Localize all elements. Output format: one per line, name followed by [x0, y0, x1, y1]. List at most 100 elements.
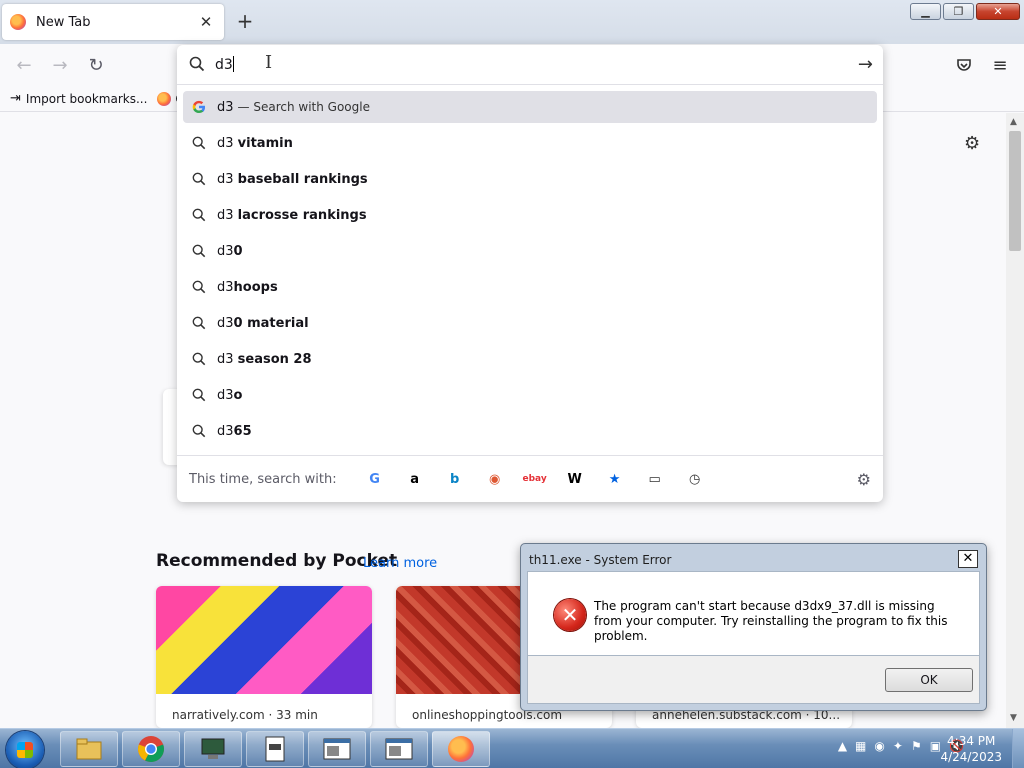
search-settings-gear-icon[interactable]: ⚙	[857, 470, 871, 489]
suggestion-item[interactable]: d3— Search with Google	[183, 91, 877, 123]
suggestion-item[interactable]: d3 baseball rankings	[183, 163, 877, 195]
search-icon	[191, 279, 207, 295]
show-hidden-icon[interactable]: ▲	[838, 739, 847, 753]
suggestion-completion: hoops	[233, 279, 278, 295]
google-engine-icon[interactable]: G	[355, 464, 395, 494]
search-icon	[191, 351, 207, 367]
suggestion-typed: d3	[217, 315, 234, 331]
suggestion-completion: o	[233, 387, 243, 403]
taskbar-explorer[interactable]	[60, 731, 118, 767]
search-icon	[189, 56, 205, 72]
tray-app-icon[interactable]: ✦	[893, 739, 903, 753]
firefox-icon	[157, 91, 172, 106]
taskbar: ▲ ▦ ◉ ✦ ⚑ ▣ 🔇 4:34 PM 4/24/2023	[0, 728, 1024, 768]
suggestion-typed: d3	[217, 279, 234, 295]
search-icon	[191, 423, 207, 439]
suggestion-typed: d3	[217, 207, 238, 223]
close-tab-icon[interactable]: ✕	[196, 13, 216, 31]
tabs-engine-icon[interactable]: ▭	[635, 464, 675, 494]
text-caret	[232, 56, 234, 72]
ebay-engine-icon[interactable]: ebay	[515, 464, 555, 494]
tab-new-tab[interactable]: New Tab ✕	[2, 4, 224, 40]
suggestion-completion: 0	[233, 243, 243, 259]
show-desktop-button[interactable]	[1012, 729, 1024, 768]
suggestion-typed: d3	[217, 351, 238, 367]
suggestion-item[interactable]: d3 0 material	[183, 307, 877, 339]
duckduckgo-engine-icon[interactable]: ◉	[475, 464, 515, 494]
url-input[interactable]: d3 I →	[177, 45, 883, 85]
search-icon	[191, 387, 207, 403]
forward-button[interactable]: →	[46, 52, 74, 78]
search-icon	[191, 243, 207, 259]
document-icon	[265, 736, 285, 762]
ok-button[interactable]: OK	[885, 668, 973, 692]
taskbar-window-2[interactable]	[370, 731, 428, 767]
network-icon[interactable]: ▣	[930, 739, 941, 753]
suggestion-typed: d3	[217, 99, 234, 115]
import-icon: ⇥	[10, 91, 21, 106]
bookmarks-engine-icon[interactable]: ★	[595, 464, 635, 494]
suggestion-item[interactable]: d3 lacrosse rankings	[183, 199, 877, 231]
taskbar-chrome[interactable]	[122, 731, 180, 767]
suggestion-item[interactable]: d3 65	[183, 415, 877, 447]
system-error-dialog: th11.exe - System Error ✕ ✕ The program …	[520, 543, 987, 711]
gear-icon[interactable]: ⚙	[964, 133, 980, 154]
taskbar-window-1[interactable]	[308, 731, 366, 767]
tray-app-icon[interactable]: ▦	[855, 739, 866, 753]
minimize-button[interactable]: ▁	[910, 3, 941, 20]
amazon-engine-icon[interactable]: a	[395, 464, 435, 494]
history-engine-icon[interactable]: ◷	[675, 464, 715, 494]
suggestion-typed: d3	[217, 243, 234, 259]
search-icon	[191, 207, 207, 223]
window-icon	[323, 738, 351, 760]
bookmark-import[interactable]: ⇥ Import bookmarks...	[10, 91, 147, 106]
pocket-icon[interactable]	[950, 52, 978, 78]
reload-button[interactable]: ↻	[82, 52, 110, 78]
tab-title: New Tab	[36, 14, 91, 30]
scroll-down-icon[interactable]: ▼	[1010, 713, 1017, 723]
start-button[interactable]	[6, 731, 44, 768]
error-message: The program can't start because d3dx9_37…	[594, 599, 948, 643]
wikipedia-engine-icon[interactable]: W	[555, 464, 595, 494]
taskbar-computer[interactable]	[184, 731, 242, 767]
folder-icon	[76, 738, 102, 760]
pocket-card[interactable]: narratively.com · 33 min	[156, 586, 372, 728]
suggestion-item[interactable]: d3 hoops	[183, 271, 877, 303]
scroll-thumb[interactable]	[1009, 131, 1021, 251]
suggestion-item[interactable]: d3 0	[183, 235, 877, 267]
dialog-close-button[interactable]: ✕	[958, 550, 978, 568]
window-close-button[interactable]: ✕	[976, 3, 1020, 20]
tab-strip: New Tab ✕ + ▁ ❐ ✕	[0, 0, 1024, 44]
tray-app-icon[interactable]: ◉	[874, 739, 884, 753]
menu-icon[interactable]: ≡	[986, 52, 1014, 78]
suggestion-typed: d3	[217, 171, 238, 187]
bookmark-label: Import bookmarks...	[25, 91, 148, 106]
suggestion-completion: vitamin	[237, 135, 293, 151]
learn-more-link[interactable]: Learn more	[363, 556, 437, 571]
maximize-button[interactable]: ❐	[943, 3, 974, 20]
taskbar-firefox[interactable]	[432, 731, 490, 767]
address-bar-dropdown: d3 I → d3— Search with Google d3 vitamin d…	[177, 45, 883, 502]
engine-buttons: Ga b ◉ ebay W ★ ▭ ◷	[355, 464, 715, 494]
back-button[interactable]: ←	[10, 52, 38, 78]
suggestion-item[interactable]: d3 season 28	[183, 343, 877, 375]
go-arrow-icon[interactable]: →	[858, 54, 873, 75]
bing-engine-icon[interactable]: b	[435, 464, 475, 494]
suggestion-typed: d3	[217, 387, 234, 403]
suggestion-item[interactable]: d3 vitamin	[183, 127, 877, 159]
taskbar-document[interactable]	[246, 731, 304, 767]
dialog-footer: OK	[527, 656, 980, 704]
clock-time: 4:34 PM	[947, 734, 996, 748]
suggestion-completion: 0 material	[233, 315, 309, 331]
scroll-up-icon[interactable]: ▲	[1010, 117, 1017, 127]
google-icon	[191, 99, 207, 115]
page-scrollbar[interactable]: ▲ ▼	[1006, 113, 1024, 728]
chrome-icon	[138, 736, 164, 762]
new-tab-button[interactable]: +	[234, 10, 256, 32]
url-text: d3	[215, 56, 234, 73]
action-center-icon[interactable]: ⚑	[911, 739, 922, 753]
clock[interactable]: 4:34 PM 4/24/2023	[940, 733, 1002, 765]
suggestion-item[interactable]: d3 o	[183, 379, 877, 411]
card-source: narratively.com · 33 min	[172, 708, 318, 722]
suggestion-completion: baseball rankings	[237, 171, 368, 187]
